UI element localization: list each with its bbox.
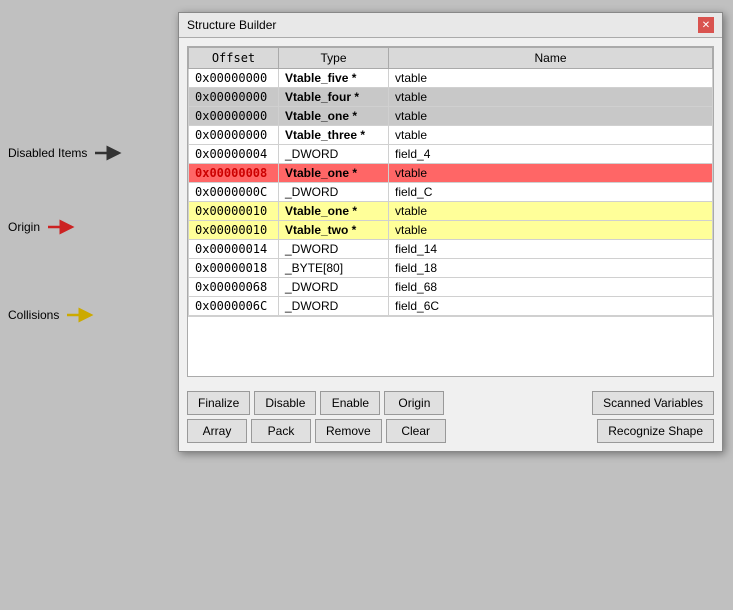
cell-type: Vtable_one * (279, 107, 389, 126)
cell-name: field_68 (389, 278, 713, 297)
cell-name: vtable (389, 221, 713, 240)
enable-button[interactable]: Enable (320, 391, 380, 415)
pack-button[interactable]: Pack (251, 419, 311, 443)
table-row[interactable]: 0x00000000Vtable_three *vtable (189, 126, 713, 145)
cell-type: Vtable_three * (279, 126, 389, 145)
table-row[interactable]: 0x0000006C_DWORDfield_6C (189, 297, 713, 316)
cell-name: field_C (389, 183, 713, 202)
cell-name: field_6C (389, 297, 713, 316)
table-header-row: Offset Type Name (189, 48, 713, 69)
cell-offset: 0x00000000 (189, 69, 279, 88)
dialog-titlebar: Structure Builder ✕ (179, 13, 722, 38)
table-row[interactable]: 0x0000000C_DWORDfield_C (189, 183, 713, 202)
annotation-collisions: Collisions (8, 305, 97, 325)
col-header-offset: Offset (189, 48, 279, 69)
table-row[interactable]: 0x00000000Vtable_four *vtable (189, 88, 713, 107)
scene: Disabled Items Origin Collisions Structu… (0, 0, 733, 610)
cell-type: Vtable_one * (279, 202, 389, 221)
cell-offset: 0x00000008 (189, 164, 279, 183)
cell-offset: 0x00000004 (189, 145, 279, 164)
cell-name: field_18 (389, 259, 713, 278)
cell-offset: 0x0000006C (189, 297, 279, 316)
annotation-collisions-arrow (65, 305, 97, 325)
cell-type: Vtable_two * (279, 221, 389, 240)
annotation-origin: Origin (8, 217, 78, 237)
table-row[interactable]: 0x00000018_BYTE[80]field_18 (189, 259, 713, 278)
cell-name: vtable (389, 126, 713, 145)
clear-button[interactable]: Clear (386, 419, 446, 443)
table-row[interactable]: 0x00000010Vtable_one *vtable (189, 202, 713, 221)
cell-name: field_4 (389, 145, 713, 164)
array-button[interactable]: Array (187, 419, 247, 443)
button-row-2: Array Pack Remove Clear Recognize Shape (187, 419, 714, 443)
table-row[interactable]: 0x00000068_DWORDfield_68 (189, 278, 713, 297)
table-row[interactable]: 0x00000008Vtable_one *vtable (189, 164, 713, 183)
button-row-1: Finalize Disable Enable Origin Scanned V… (187, 391, 714, 415)
table-empty-area (188, 316, 713, 376)
table-row[interactable]: 0x00000004_DWORDfield_4 (189, 145, 713, 164)
cell-type: _BYTE[80] (279, 259, 389, 278)
cell-offset: 0x00000010 (189, 221, 279, 240)
cell-name: vtable (389, 164, 713, 183)
table-body: 0x00000000Vtable_five *vtable0x00000000V… (189, 69, 713, 316)
cell-offset: 0x00000000 (189, 88, 279, 107)
cell-type: _DWORD (279, 240, 389, 259)
origin-button[interactable]: Origin (384, 391, 444, 415)
col-header-type: Type (279, 48, 389, 69)
annotation-disabled-arrow (93, 143, 125, 163)
table-row[interactable]: 0x00000000Vtable_five *vtable (189, 69, 713, 88)
table-row[interactable]: 0x00000000Vtable_one *vtable (189, 107, 713, 126)
cell-name: field_14 (389, 240, 713, 259)
cell-type: _DWORD (279, 145, 389, 164)
cell-name: vtable (389, 88, 713, 107)
cell-type: Vtable_one * (279, 164, 389, 183)
disable-button[interactable]: Disable (254, 391, 316, 415)
cell-offset: 0x00000000 (189, 107, 279, 126)
cell-offset: 0x00000018 (189, 259, 279, 278)
cell-name: vtable (389, 202, 713, 221)
annotation-disabled: Disabled Items (8, 143, 125, 163)
cell-type: _DWORD (279, 297, 389, 316)
finalize-button[interactable]: Finalize (187, 391, 250, 415)
annotation-origin-arrow (46, 217, 78, 237)
table-row[interactable]: 0x00000010Vtable_two *vtable (189, 221, 713, 240)
structure-table: Offset Type Name 0x00000000Vtable_five *… (188, 47, 713, 316)
cell-type: Vtable_four * (279, 88, 389, 107)
cell-offset: 0x00000068 (189, 278, 279, 297)
cell-type: _DWORD (279, 183, 389, 202)
scanned-variables-button[interactable]: Scanned Variables (592, 391, 714, 415)
annotation-collisions-label: Collisions (8, 308, 59, 322)
col-header-name: Name (389, 48, 713, 69)
cell-offset: 0x00000014 (189, 240, 279, 259)
table-row[interactable]: 0x00000014_DWORDfield_14 (189, 240, 713, 259)
annotation-origin-label: Origin (8, 220, 40, 234)
remove-button[interactable]: Remove (315, 419, 382, 443)
cell-type: _DWORD (279, 278, 389, 297)
close-button[interactable]: ✕ (698, 17, 714, 33)
dialog: Structure Builder ✕ Offset Type Name 0x0… (178, 12, 723, 452)
button-area: Finalize Disable Enable Origin Scanned V… (179, 385, 722, 451)
cell-name: vtable (389, 107, 713, 126)
dialog-title: Structure Builder (187, 18, 276, 32)
cell-name: vtable (389, 69, 713, 88)
annotation-disabled-label: Disabled Items (8, 146, 87, 160)
cell-offset: 0x0000000C (189, 183, 279, 202)
cell-type: Vtable_five * (279, 69, 389, 88)
recognize-shape-button[interactable]: Recognize Shape (597, 419, 714, 443)
cell-offset: 0x00000010 (189, 202, 279, 221)
table-wrapper: Offset Type Name 0x00000000Vtable_five *… (187, 46, 714, 377)
cell-offset: 0x00000000 (189, 126, 279, 145)
